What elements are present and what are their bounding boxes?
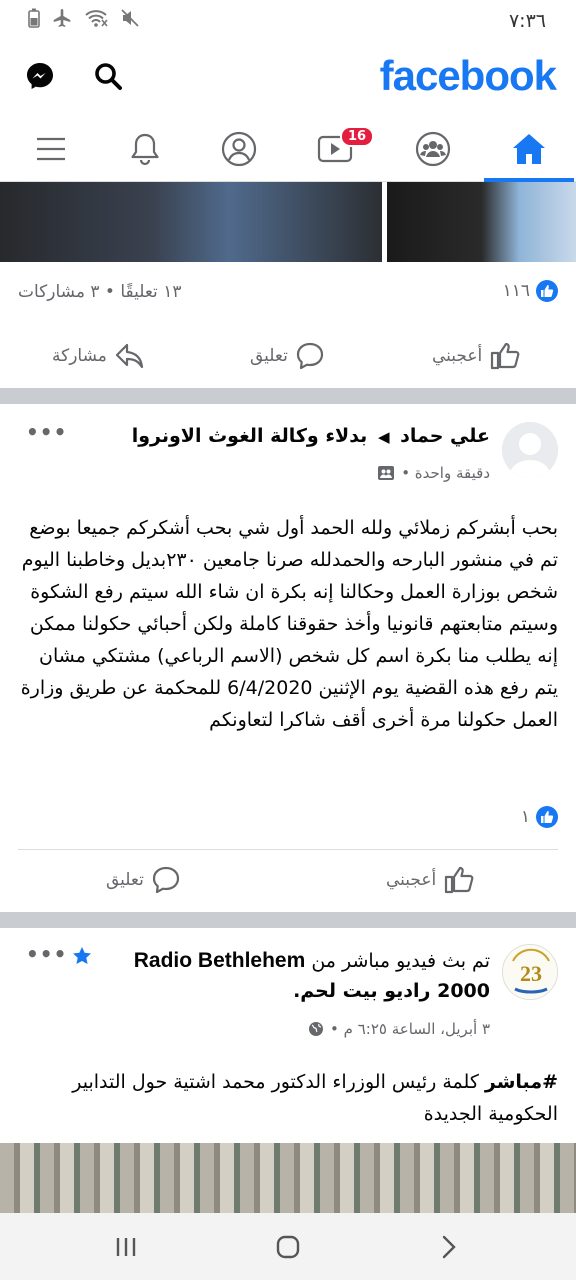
home-circle-icon bbox=[276, 1235, 300, 1259]
home-system-button[interactable] bbox=[268, 1227, 308, 1267]
comments-shares-count[interactable]: ١٣ تعليقًا • ٣ مشاركات bbox=[18, 282, 181, 302]
tab-bar: 16 bbox=[0, 118, 576, 182]
group-privacy-icon bbox=[378, 466, 395, 480]
post-photo[interactable] bbox=[0, 182, 382, 262]
status-time: ٧:٣٦ bbox=[508, 10, 546, 32]
like-label: أعجبني bbox=[432, 346, 483, 366]
tab-groups[interactable] bbox=[388, 118, 478, 180]
share-button[interactable]: مشاركة bbox=[52, 328, 145, 384]
recent-apps-icon bbox=[116, 1238, 136, 1256]
comment-button[interactable]: تعليق bbox=[106, 852, 180, 908]
post-time[interactable]: ٣ أبريل، الساعة ٦:٢٥ م • bbox=[330, 1020, 490, 1038]
status-icons bbox=[28, 8, 140, 28]
live-prefix: تم بث فيديو مباشر من bbox=[311, 950, 490, 972]
post-actions: تعليق أعجبني bbox=[0, 852, 576, 908]
post-body: #مباشر كلمة رئيس الوزراء الدكتور محمد اش… bbox=[16, 1066, 558, 1130]
search-icon bbox=[95, 63, 122, 90]
share-label: مشاركة bbox=[52, 346, 107, 366]
likes-summary[interactable]: ١ bbox=[521, 806, 558, 828]
page-avatar[interactable]: 23 bbox=[502, 944, 558, 1000]
facebook-feed-screen: ٧:٣٦ facebook 16 ١٣ تعليقًا • ٣ مشاركات … bbox=[0, 0, 576, 1280]
thumbs-up-icon bbox=[491, 342, 520, 370]
comment-icon bbox=[152, 866, 179, 894]
tab-home[interactable] bbox=[484, 118, 574, 182]
tab-menu[interactable] bbox=[6, 118, 96, 180]
more-options-button[interactable]: ••• bbox=[26, 942, 67, 966]
watch-badge: 16 bbox=[340, 126, 375, 147]
post-header: علي حماد ◀ بدلاء وكالة الغوث الاونروا bbox=[132, 425, 490, 447]
back-chevron-icon bbox=[442, 1235, 456, 1259]
post-actions: مشاركة تعليق أعجبني bbox=[0, 328, 576, 384]
bell-icon bbox=[131, 133, 159, 166]
home-icon bbox=[513, 134, 545, 164]
groups-icon bbox=[415, 131, 451, 167]
feed-separator bbox=[0, 388, 576, 404]
likes-summary[interactable]: ١١٦ bbox=[503, 280, 558, 302]
likes-count: ١١٦ bbox=[502, 281, 530, 301]
like-label: أعجبني bbox=[386, 870, 437, 890]
mute-icon bbox=[121, 9, 139, 27]
status-bar: ٧:٣٦ bbox=[0, 0, 576, 44]
post-header: تم بث فيديو مباشر من Radio Bethlehem 200… bbox=[90, 946, 490, 1006]
post-counts: ١٣ تعليقًا • ٣ مشاركات ١١٦ bbox=[0, 278, 576, 310]
tab-notifications[interactable] bbox=[100, 118, 190, 180]
app-header: facebook bbox=[0, 44, 576, 114]
page-name-arabic[interactable]: 2000 راديو بيت لحم. bbox=[293, 980, 490, 1002]
post-body: بحب أبشركم زملائي ولله الحمد أول شي بحب … bbox=[20, 517, 558, 731]
menu-icon bbox=[37, 137, 65, 161]
globe-icon bbox=[309, 1022, 324, 1036]
feed-separator bbox=[0, 912, 576, 928]
star-icon bbox=[72, 946, 92, 970]
author-avatar[interactable] bbox=[502, 422, 558, 478]
airplane-mode-icon bbox=[53, 9, 71, 27]
profile-icon bbox=[221, 131, 257, 167]
messenger-icon bbox=[27, 63, 53, 89]
like-reaction-icon bbox=[536, 806, 558, 828]
divider bbox=[18, 849, 558, 850]
recent-apps-button[interactable] bbox=[106, 1227, 146, 1267]
facebook-logo: facebook bbox=[379, 52, 557, 99]
avatar-label: 23 bbox=[520, 961, 542, 986]
wifi-off-icon bbox=[85, 10, 108, 27]
comment-button[interactable]: تعليق bbox=[250, 328, 324, 384]
comment-label: تعليق bbox=[106, 870, 144, 890]
like-button[interactable]: أعجبني bbox=[386, 852, 474, 908]
comment-icon bbox=[296, 342, 323, 370]
messenger-button[interactable] bbox=[18, 54, 62, 98]
more-options-button[interactable]: ••• bbox=[26, 420, 67, 444]
tab-profile[interactable] bbox=[194, 118, 284, 180]
hashtag-link[interactable]: #مباشر bbox=[485, 1071, 558, 1093]
group-name[interactable]: بدلاء وكالة الغوث الاونروا bbox=[132, 425, 368, 447]
search-button[interactable] bbox=[86, 54, 130, 98]
tab-watch[interactable]: 16 bbox=[290, 118, 380, 180]
like-reaction-icon bbox=[536, 280, 558, 302]
page-name[interactable]: Radio Bethlehem bbox=[134, 949, 306, 972]
post-time[interactable]: دقيقة واحدة • bbox=[401, 464, 490, 482]
share-icon bbox=[115, 343, 143, 369]
like-button[interactable]: أعجبني bbox=[432, 328, 520, 384]
caret-icon: ◀ bbox=[377, 428, 390, 446]
post-meta: دقيقة واحدة • bbox=[377, 464, 490, 482]
post-photo[interactable] bbox=[387, 182, 576, 262]
author-name[interactable]: علي حماد bbox=[400, 425, 490, 447]
likes-count: ١ bbox=[520, 807, 530, 827]
back-button[interactable] bbox=[428, 1227, 468, 1267]
thumbs-up-icon bbox=[445, 866, 474, 894]
comment-label: تعليق bbox=[250, 346, 288, 366]
battery-icon bbox=[28, 8, 40, 28]
live-video-thumbnail[interactable] bbox=[0, 1143, 576, 1213]
post-meta: ٣ أبريل، الساعة ٦:٢٥ م • bbox=[308, 1020, 490, 1038]
system-nav-bar bbox=[0, 1213, 576, 1280]
